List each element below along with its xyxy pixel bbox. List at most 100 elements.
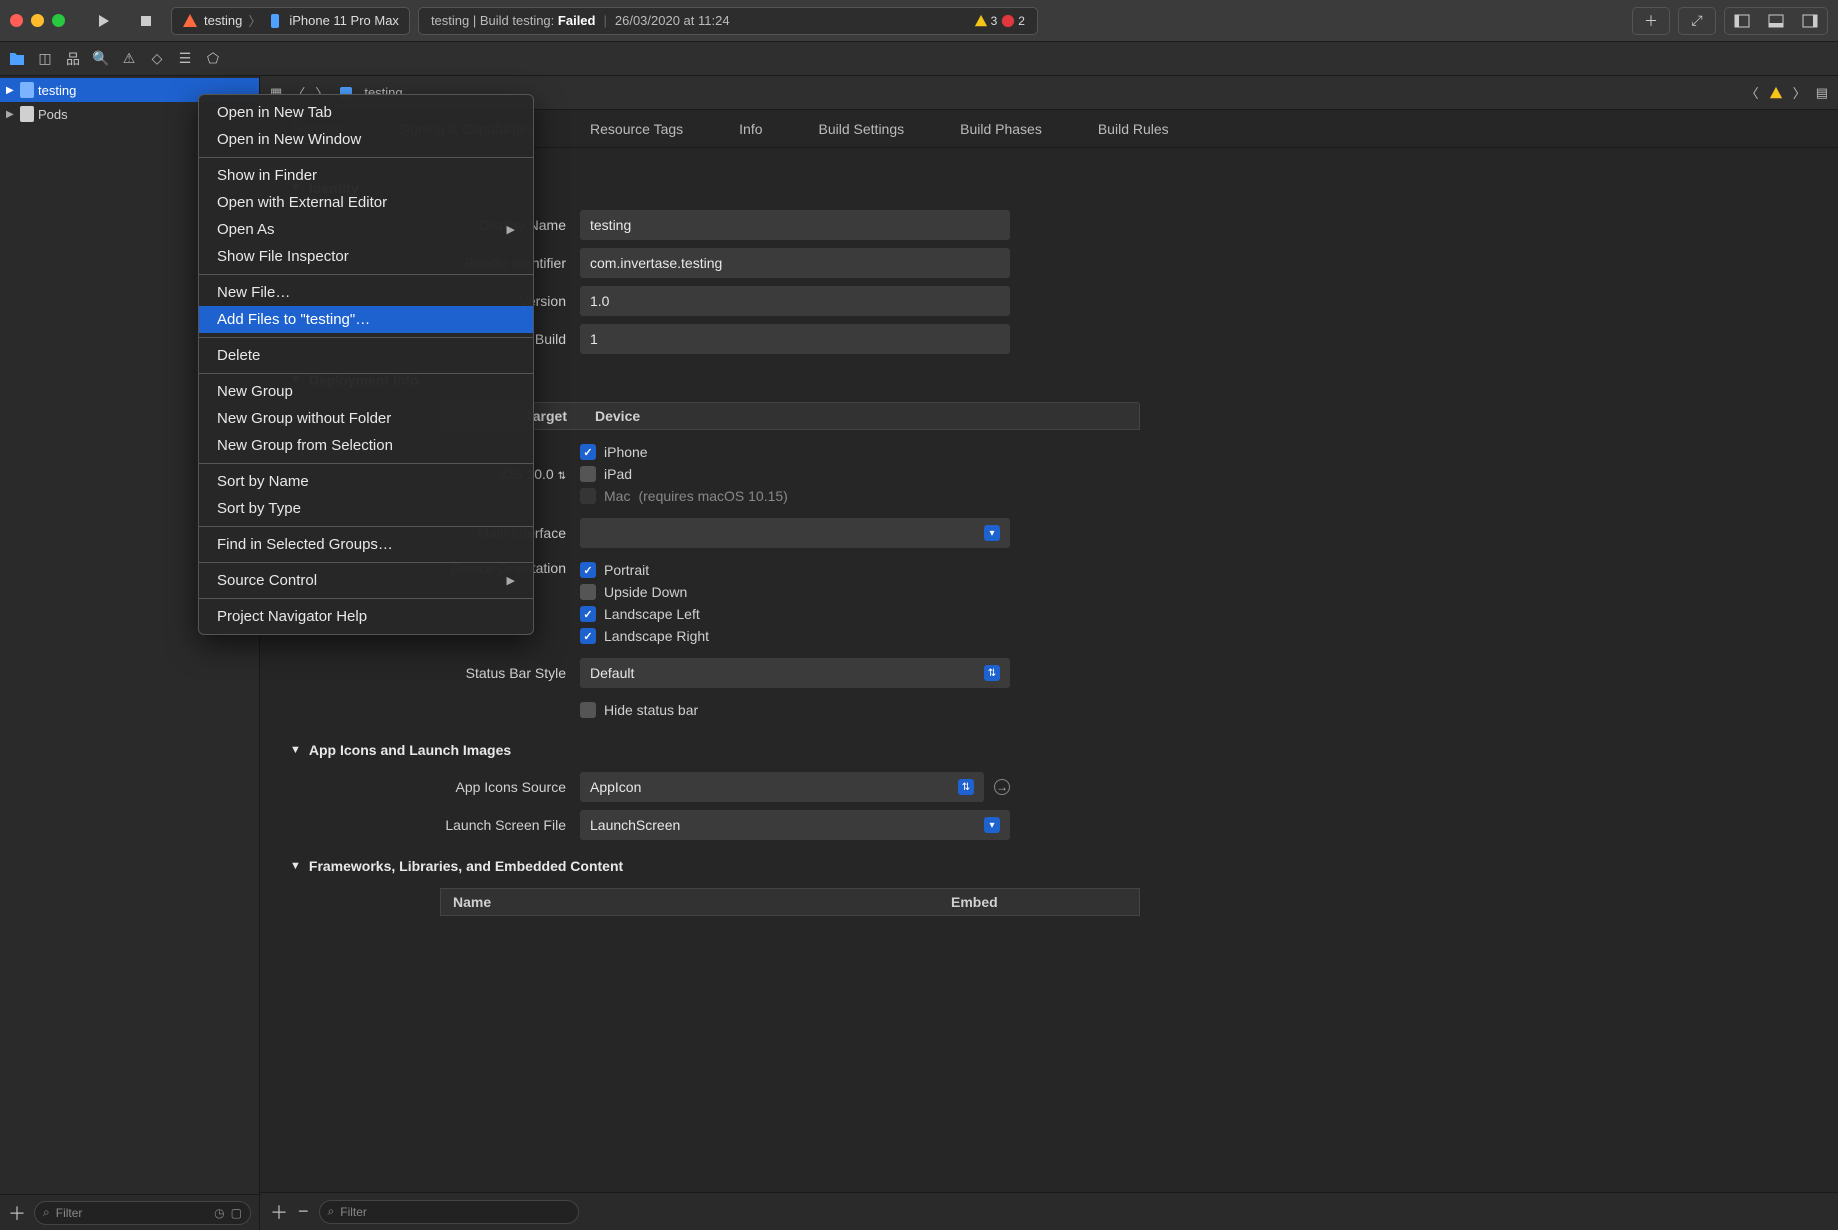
- version-input[interactable]: [580, 286, 1010, 316]
- context-menu-item[interactable]: New Group from Selection: [199, 432, 533, 459]
- go-to-asset-button[interactable]: →: [994, 779, 1010, 795]
- warning-icon: [974, 14, 988, 28]
- context-menu-item[interactable]: Open with External Editor: [199, 189, 533, 216]
- tab-resource-tags[interactable]: Resource Tags: [586, 115, 687, 143]
- checkbox[interactable]: [580, 584, 596, 600]
- context-menu-item[interactable]: New Group without Folder: [199, 405, 533, 432]
- navigator-bar: ◫ 品 🔍 ⚠ ◇ ☰ ⬠: [0, 42, 1838, 76]
- scheme-selector[interactable]: testing 〉 iPhone 11 Pro Max: [171, 7, 410, 35]
- checkbox[interactable]: [580, 606, 596, 622]
- toggle-left-panel-button[interactable]: [1725, 8, 1759, 34]
- errors-badge[interactable]: 2: [1001, 14, 1025, 28]
- context-menu-item[interactable]: Show in Finder: [199, 162, 533, 189]
- frameworks-table-header: Name Embed: [440, 888, 1140, 916]
- section-frameworks[interactable]: ▼Frameworks, Libraries, and Embedded Con…: [290, 858, 1808, 874]
- main-interface-select[interactable]: ▾: [580, 518, 1010, 548]
- minimize-window-button[interactable]: [31, 14, 44, 27]
- toggle-right-panel-button[interactable]: [1793, 8, 1827, 34]
- section-app-icons[interactable]: ▼App Icons and Launch Images: [290, 742, 1808, 758]
- app-icons-source-select[interactable]: AppIcon⇅: [580, 772, 984, 802]
- project-navigator-icon[interactable]: [8, 50, 26, 68]
- disclosure-icon[interactable]: ▶: [6, 109, 16, 120]
- th-device: Device: [581, 408, 640, 424]
- context-menu-label: Sort by Name: [217, 473, 309, 490]
- status-time: 26/03/2020 at 11:24: [615, 13, 730, 28]
- context-menu-item[interactable]: Open in New Tab: [199, 99, 533, 126]
- launch-screen-select[interactable]: LaunchScreen▾: [580, 810, 1010, 840]
- checkbox[interactable]: [580, 444, 596, 460]
- context-menu-separator: [199, 463, 533, 464]
- context-menu-item[interactable]: Project Navigator Help: [199, 603, 533, 630]
- filter-placeholder: Filter: [340, 1205, 367, 1219]
- run-button[interactable]: [87, 8, 121, 34]
- recent-icon[interactable]: ◷: [214, 1206, 224, 1220]
- activity-status[interactable]: testing | Build testing: Failed | 26/03/…: [418, 7, 1038, 35]
- add-button[interactable]: ＋: [8, 1200, 26, 1226]
- orientation-landscape-left[interactable]: Landscape Left: [580, 606, 1010, 622]
- context-menu-item[interactable]: Source Control▶: [199, 567, 533, 594]
- test-navigator-icon[interactable]: ◇: [148, 50, 166, 68]
- stop-button[interactable]: [129, 8, 163, 34]
- context-menu-item[interactable]: Add Files to "testing"…: [199, 306, 533, 333]
- context-menu-item[interactable]: Open in New Window: [199, 126, 533, 153]
- jump-next-icon[interactable]: 〉: [1793, 83, 1806, 102]
- checkbox[interactable]: [580, 562, 596, 578]
- checkbox[interactable]: [580, 702, 596, 718]
- add-target-button[interactable]: ＋: [270, 1199, 288, 1225]
- checkbox[interactable]: [580, 466, 596, 482]
- context-menu-label: Open As: [217, 221, 275, 238]
- context-menu-item[interactable]: New File…: [199, 279, 533, 306]
- bundle-id-input[interactable]: [580, 248, 1010, 278]
- context-menu-label: Show File Inspector: [217, 248, 349, 265]
- orientation-landscape-right[interactable]: Landscape Right: [580, 628, 1010, 644]
- device-ipad-row[interactable]: iPad: [580, 466, 1010, 482]
- disclosure-icon[interactable]: ▶: [6, 85, 16, 96]
- source-control-navigator-icon[interactable]: ◫: [36, 50, 54, 68]
- tab-build-rules[interactable]: Build Rules: [1094, 115, 1173, 143]
- issue-navigator-icon[interactable]: ⚠: [120, 50, 138, 68]
- warning-icon[interactable]: [1769, 86, 1783, 100]
- context-menu-item[interactable]: New Group: [199, 378, 533, 405]
- tab-build-settings[interactable]: Build Settings: [815, 115, 909, 143]
- editor-filter[interactable]: ⌕ Filter: [319, 1200, 579, 1224]
- scm-filter-icon[interactable]: ▢: [231, 1206, 242, 1220]
- chevron-down-icon: ⇅: [984, 665, 1000, 681]
- orientation-portrait[interactable]: Portrait: [580, 562, 1010, 578]
- scheme-device: iPhone 11 Pro Max: [289, 13, 399, 28]
- context-menu[interactable]: Open in New TabOpen in New Window Show in…: [198, 94, 534, 635]
- editor-options-icon[interactable]: ▤: [1816, 85, 1828, 101]
- context-menu-item[interactable]: Open As▶: [199, 216, 533, 243]
- context-menu-item[interactable]: Show File Inspector: [199, 243, 533, 270]
- add-editor-button[interactable]: ＋: [1632, 7, 1670, 35]
- context-menu-label: Find in Selected Groups…: [217, 536, 393, 553]
- app-icon: [182, 13, 198, 29]
- find-navigator-icon[interactable]: 🔍: [92, 50, 110, 68]
- navigator-filter[interactable]: ⌕ Filter ◷ ▢: [34, 1201, 251, 1225]
- tab-info[interactable]: Info: [735, 115, 766, 143]
- status-bar-style-select[interactable]: Default⇅: [580, 658, 1010, 688]
- orientation-upside-down[interactable]: Upside Down: [580, 584, 1010, 600]
- context-menu-label: Delete: [217, 347, 260, 364]
- build-input[interactable]: [580, 324, 1010, 354]
- debug-navigator-icon[interactable]: ☰: [176, 50, 194, 68]
- context-menu-separator: [199, 526, 533, 527]
- display-name-input[interactable]: [580, 210, 1010, 240]
- jump-prev-icon[interactable]: 〈: [1746, 83, 1759, 102]
- tab-build-phases[interactable]: Build Phases: [956, 115, 1046, 143]
- checkbox[interactable]: [580, 628, 596, 644]
- hide-status-bar-row[interactable]: Hide status bar: [580, 702, 1010, 718]
- context-menu-item[interactable]: Find in Selected Groups…: [199, 531, 533, 558]
- toggle-bottom-panel-button[interactable]: [1759, 8, 1793, 34]
- close-window-button[interactable]: [10, 14, 23, 27]
- warnings-badge[interactable]: 3: [974, 14, 998, 28]
- breakpoint-navigator-icon[interactable]: ⬠: [204, 50, 222, 68]
- remove-target-button[interactable]: −: [298, 1201, 309, 1222]
- symbol-navigator-icon[interactable]: 品: [64, 50, 82, 68]
- context-menu-item[interactable]: Sort by Name: [199, 468, 533, 495]
- context-menu-item[interactable]: Delete: [199, 342, 533, 369]
- library-button[interactable]: ⤢: [1678, 7, 1716, 35]
- device-iphone-row[interactable]: iPhone: [580, 444, 1010, 460]
- context-menu-item[interactable]: Sort by Type: [199, 495, 533, 522]
- context-menu-label: Source Control: [217, 572, 317, 589]
- zoom-window-button[interactable]: [52, 14, 65, 27]
